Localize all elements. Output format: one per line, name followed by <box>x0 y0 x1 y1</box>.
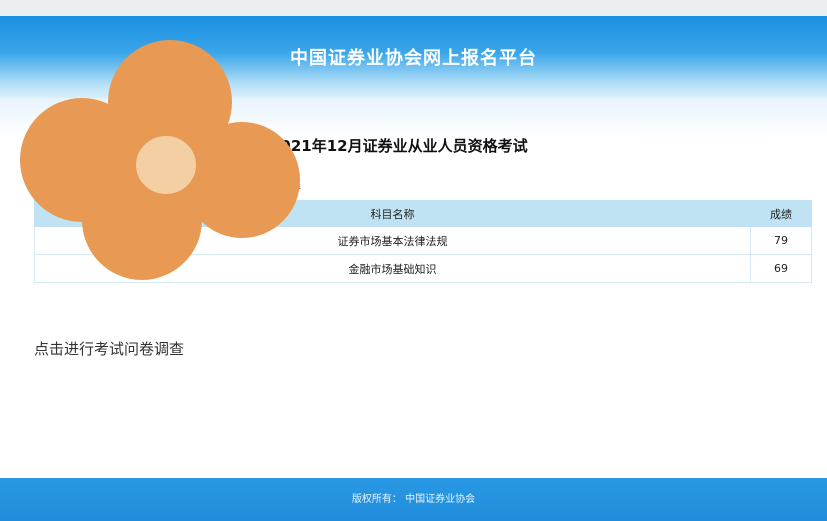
score-cell: 79 <box>750 226 812 255</box>
survey-link[interactable]: 点击进行考试问卷调查 <box>34 338 184 359</box>
flower-center <box>136 136 196 194</box>
score-cell: 69 <box>750 254 812 283</box>
flower-sticker-icon <box>20 40 300 280</box>
site-footer: 版权所有： 中国证券业协会 <box>0 478 827 521</box>
score-column-header: 成绩 <box>750 200 812 227</box>
exam-title: 2021年12月证券业从业人员资格考试 <box>270 137 528 155</box>
browser-top-strip <box>0 0 827 16</box>
copyright-text: 版权所有： 中国证券业协会 <box>351 494 476 505</box>
